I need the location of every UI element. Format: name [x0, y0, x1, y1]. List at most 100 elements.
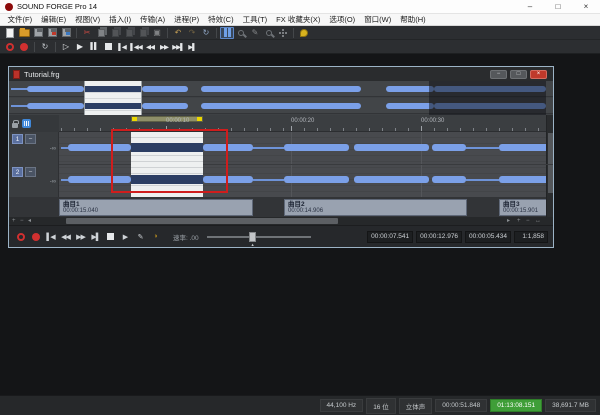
copy-icon[interactable] [94, 27, 108, 39]
mix-paste-icon[interactable] [122, 27, 136, 39]
rate-slider[interactable]: ▲ [207, 230, 311, 244]
forward-all-icon[interactable]: ▶▶▌ [171, 41, 185, 53]
doc-record-icon[interactable] [28, 230, 43, 244]
rewind-icon[interactable]: ◀◀ [143, 41, 157, 53]
scroll-left-button[interactable]: ◂ [28, 217, 31, 225]
window-close-button[interactable]: × [572, 0, 600, 13]
save-icon[interactable] [31, 27, 45, 39]
menu-fx-favorites[interactable]: FX 收藏夹(X) [272, 14, 325, 25]
rate-slider-thumb[interactable] [249, 232, 256, 242]
save-all-icon[interactable] [59, 27, 73, 39]
menu-effects[interactable]: 特效(C) [204, 14, 238, 25]
app-titlebar: SOUND FORGE Pro 14 – □ × [0, 0, 600, 14]
selection-end-display: 00:00:12.976 [416, 231, 462, 243]
region-track-3[interactable]: 曲目3 00:00:15.901 [499, 199, 553, 216]
document-minimize-button[interactable]: − [490, 70, 507, 79]
forward-icon[interactable]: ▶▶ [157, 41, 171, 53]
document-titlebar[interactable]: Tutorial.frg − □ × [9, 67, 553, 81]
redo-icon[interactable]: ↷ [185, 27, 199, 39]
scrollbar-thumb[interactable] [66, 218, 338, 224]
stop-icon[interactable] [101, 41, 115, 53]
go-end-icon[interactable]: ▶▌ [185, 41, 199, 53]
region-track-2[interactable]: 曲目2 00:00:14.906 [284, 199, 467, 216]
lock-icon[interactable] [12, 123, 18, 128]
waveform-view[interactable]: 1 − -∞ 2 − -∞ [9, 132, 553, 197]
overview-selection[interactable] [84, 81, 142, 115]
vertical-scrollbar[interactable] [546, 115, 553, 217]
rate-label: 速率: .00 [173, 232, 199, 242]
hzoom-out-button[interactable]: − [526, 217, 530, 225]
rewind-all-icon[interactable]: ▌◀◀ [129, 41, 143, 53]
document-maximize-button[interactable]: □ [510, 70, 527, 79]
overwrite-paste-icon[interactable] [136, 27, 150, 39]
doc-play-icon[interactable]: ▶ [118, 230, 133, 244]
region-1-name: 曲目1 [63, 201, 249, 208]
go-start-icon[interactable]: ▌◀ [115, 41, 129, 53]
doc-record-remote-icon[interactable] [13, 230, 28, 244]
magnify-tool-icon[interactable] [262, 27, 276, 39]
window-minimize-button[interactable]: – [516, 0, 544, 13]
doc-forward-icon[interactable]: ▶▶ [73, 230, 88, 244]
event-tool-icon[interactable] [220, 27, 234, 39]
menu-edit[interactable]: 编辑(E) [37, 14, 71, 25]
play-all-icon[interactable]: ▷ [59, 41, 73, 53]
channel-2-button[interactable]: 2 [12, 167, 23, 177]
vscrollbar-thumb[interactable] [548, 133, 553, 193]
channel-1-button[interactable]: 1 [12, 134, 23, 144]
doc-loop-pie-icon[interactable]: ◑ [148, 230, 163, 244]
doc-go-end-icon[interactable]: ▶▌ [88, 230, 103, 244]
cut-icon[interactable]: ✂ [80, 27, 94, 39]
pencil-tool-icon[interactable]: ✎ [248, 27, 262, 39]
doc-rewind-icon[interactable]: ◀◀ [58, 230, 73, 244]
play-icon[interactable]: ▶ [73, 41, 87, 53]
channel-2-collapse-button[interactable]: − [25, 167, 36, 177]
menu-tools[interactable]: 工具(T) [238, 14, 272, 25]
ruler-label-30: 00:00:30 [421, 118, 444, 124]
zoom-in-button[interactable]: + [12, 217, 16, 225]
zoom-tool-icon[interactable] [234, 27, 248, 39]
menu-transport[interactable]: 传输(A) [136, 14, 170, 25]
loop-playback-icon[interactable]: ↻ [38, 41, 52, 53]
doc-pencil-icon[interactable]: ✎ [133, 230, 148, 244]
trim-icon[interactable]: ▣ [150, 27, 164, 39]
window-maximize-button[interactable]: □ [544, 0, 572, 13]
file-length-status: 00:00:51.848 [435, 399, 487, 412]
paste-icon[interactable] [108, 27, 122, 39]
waveform-overview[interactable] [9, 81, 553, 115]
repeat-icon[interactable]: ↻ [199, 27, 213, 39]
paint-tool-icon[interactable] [297, 27, 311, 39]
ruler-left-panel [9, 115, 59, 132]
open-folder-icon[interactable] [17, 27, 31, 39]
scroll-right-button[interactable]: ▸ [507, 217, 510, 225]
time-ruler[interactable]: 00:00:00 00:00:10 00:00:20 00:00:30 [9, 115, 553, 132]
menu-window[interactable]: 窗口(W) [360, 14, 396, 25]
channel-1-collapse-button[interactable]: − [25, 134, 36, 144]
undo-icon[interactable]: ↶ [171, 27, 185, 39]
bit-depth-status: 16 位 [366, 398, 396, 414]
menu-process[interactable]: 进程(P) [170, 14, 204, 25]
region-track-1[interactable]: 曲目1 00:00:15.040 [59, 199, 253, 216]
menu-help[interactable]: 帮助(H) [396, 14, 430, 25]
channel-2-gain: -∞ [37, 179, 56, 185]
hzoom-fit-button[interactable]: ↔ [535, 217, 541, 225]
save-as-icon[interactable] [45, 27, 59, 39]
zoom-ratio-display: 1:1,858 [514, 231, 548, 243]
document-file-icon [13, 70, 20, 79]
doc-stop-icon[interactable] [103, 230, 118, 244]
menu-options[interactable]: 选项(O) [325, 14, 360, 25]
smart-tool-icon[interactable] [276, 27, 290, 39]
hzoom-in-button[interactable]: + [517, 217, 521, 225]
record-remote-icon[interactable] [3, 41, 17, 53]
menu-view[interactable]: 视图(V) [71, 14, 105, 25]
document-close-button[interactable]: × [530, 70, 547, 79]
audio-event-icon[interactable] [22, 119, 31, 128]
zoom-out-button[interactable]: − [20, 217, 24, 225]
pause-icon[interactable]: ▌▌ [87, 41, 101, 53]
record-icon[interactable] [17, 41, 31, 53]
horizontal-scrollbar[interactable]: + − ◂ ▸ + − ↔ [9, 217, 553, 225]
menu-insert[interactable]: 插入(I) [105, 14, 136, 25]
menu-file[interactable]: 文件(F) [3, 14, 37, 25]
new-file-icon[interactable] [3, 27, 17, 39]
app-logo-icon [5, 3, 13, 11]
doc-go-start-icon[interactable]: ▌◀ [43, 230, 58, 244]
